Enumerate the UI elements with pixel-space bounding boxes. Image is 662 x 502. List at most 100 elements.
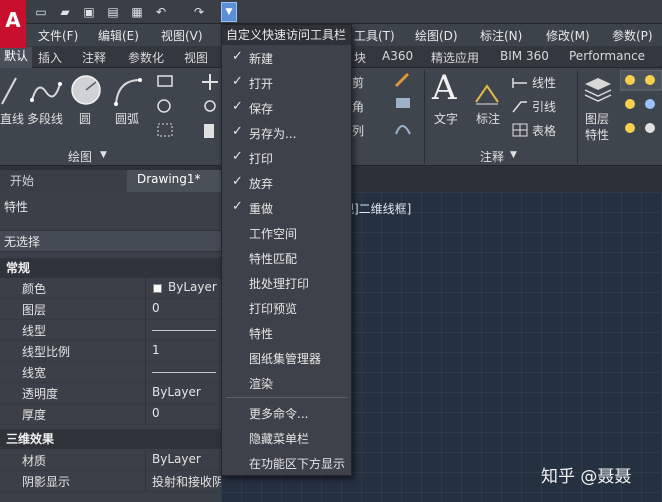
menu-item-sheet-set-manager[interactable]: 图纸集管理器	[222, 345, 351, 370]
menu-item-print[interactable]: ✓ 打印	[222, 145, 351, 170]
prop-value[interactable]: ByLayer	[168, 280, 217, 294]
menu-draw[interactable]: 绘图(D)	[415, 27, 458, 44]
circle-tool-icon[interactable]	[70, 72, 102, 108]
tab-bim360[interactable]: BIM 360	[500, 49, 549, 63]
annotate-panel-title[interactable]: 注释	[480, 148, 504, 165]
selection-dropdown[interactable]: 无选择	[0, 230, 221, 252]
save-icon[interactable]: ▣	[80, 3, 98, 21]
print-icon[interactable]: ▦	[128, 3, 146, 21]
prop-row-layer[interactable]: 图层 0	[0, 299, 221, 320]
tab-a360[interactable]: A360	[382, 49, 413, 63]
tab-performance[interactable]: Performance	[569, 49, 645, 63]
array-tool-label[interactable]: 列	[352, 122, 364, 139]
dimension-tool-icon[interactable]	[474, 82, 500, 106]
menu-item-save[interactable]: ✓ 保存	[222, 95, 351, 120]
menu-item-workspace[interactable]: 工作空间	[222, 220, 351, 245]
menu-view[interactable]: 视图(V)	[161, 27, 203, 44]
polyline-tool-label[interactable]: 多段线	[27, 110, 63, 127]
menu-file[interactable]: 文件(F)	[38, 27, 78, 44]
leader-label[interactable]: 引线	[532, 98, 556, 115]
menu-param[interactable]: 参数(P)	[612, 27, 653, 44]
annotate-panel-expand-icon[interactable]: ▼	[510, 150, 517, 160]
menu-item-open[interactable]: ✓ 打开	[222, 70, 351, 95]
line-tool-icon[interactable]	[0, 74, 20, 108]
drawing-tab[interactable]: Drawing1*	[127, 170, 227, 192]
circle-tool-label[interactable]: 圆	[79, 110, 91, 127]
prop-row-linetype-scale[interactable]: 线型比例 1	[0, 341, 221, 362]
prop-row-shadow[interactable]: 阴影显示 投射和接收阴影	[0, 471, 236, 492]
3d-section-header[interactable]: 三维效果	[0, 429, 221, 449]
menu-item-redo[interactable]: ✓ 重做	[222, 195, 351, 220]
tab-parametric[interactable]: 参数化	[128, 49, 164, 66]
prop-row-transparency[interactable]: 透明度 ByLayer	[0, 383, 221, 404]
line-tool-label[interactable]: 直线	[0, 110, 24, 127]
start-tab[interactable]: 开始	[0, 170, 128, 192]
prop-row-lineweight[interactable]: 线宽	[0, 362, 221, 383]
polyline-tool-icon[interactable]	[28, 74, 62, 108]
prop-row-linetype[interactable]: 线型	[0, 320, 221, 341]
viewport-controls-label[interactable]: 视]二维线框]	[342, 200, 411, 217]
tab-view[interactable]: 视图	[184, 49, 208, 66]
menu-item-batch-plot[interactable]: 批处理打印	[222, 270, 351, 295]
prop-divider	[145, 320, 146, 341]
tab-annotate[interactable]: 注释	[82, 49, 106, 66]
menu-item-label: 更多命令...	[249, 407, 309, 421]
prop-row-thickness[interactable]: 厚度 0	[0, 404, 221, 425]
menu-edit[interactable]: 编辑(E)	[98, 27, 139, 44]
menu-item-properties[interactable]: 特性	[222, 320, 351, 345]
draw-panel-expand-icon[interactable]: ▼	[100, 150, 107, 160]
tab-default[interactable]: 默认	[0, 47, 33, 68]
color-swatch	[153, 284, 162, 293]
text-tool-label[interactable]: 文字	[434, 110, 458, 127]
menu-item-plot-preview[interactable]: 打印预览	[222, 295, 351, 320]
text-tool-icon[interactable]: A	[432, 68, 457, 108]
layer-state-icons[interactable]	[620, 70, 662, 140]
dimension-tool-label[interactable]: 标注	[476, 110, 500, 127]
redo-icon[interactable]: ↷	[190, 3, 208, 21]
fillet-tool-label[interactable]: 角	[352, 98, 364, 115]
saveas-icon[interactable]: ▤	[104, 3, 122, 21]
modify-small-tools-icon[interactable]	[200, 72, 220, 142]
menu-item-render[interactable]: 渲染	[222, 370, 351, 395]
trim-tool-label[interactable]: 剪	[352, 74, 364, 91]
menu-item-hide-menubar[interactable]: 隐藏菜单栏	[222, 425, 351, 450]
menu-item-more-commands[interactable]: 更多命令...	[222, 400, 351, 425]
prop-value[interactable]: 0	[152, 406, 160, 420]
undo-icon[interactable]: ↶	[152, 3, 170, 21]
layer-properties-label2[interactable]: 特性	[585, 126, 609, 143]
menu-item-match-properties[interactable]: 特性匹配	[222, 245, 351, 270]
draw-small-tools-icon[interactable]	[154, 72, 178, 142]
general-section-header[interactable]: 常规	[0, 258, 221, 278]
tab-block[interactable]: 块	[354, 49, 366, 66]
layer-properties-label[interactable]: 图层	[585, 110, 609, 127]
menu-modify[interactable]: 修改(M)	[546, 27, 590, 44]
menu-dimension[interactable]: 标注(N)	[480, 27, 522, 44]
prop-value[interactable]: 1	[152, 343, 160, 357]
app-logo[interactable]: A	[0, 0, 26, 48]
menu-item-show-below-ribbon[interactable]: 在功能区下方显示	[222, 450, 351, 475]
menu-item-saveas[interactable]: ✓ 另存为...	[222, 120, 351, 145]
menu-tools[interactable]: 工具(T)	[354, 27, 395, 44]
menu-item-new[interactable]: ✓ 新建	[222, 45, 351, 70]
menu-item-label: 另存为...	[249, 127, 297, 141]
linear-dim-label[interactable]: 线性	[532, 74, 556, 91]
tab-insert[interactable]: 插入	[38, 49, 62, 66]
open-folder-icon[interactable]: ▰	[56, 3, 74, 21]
prop-value[interactable]: ByLayer	[152, 385, 201, 399]
layer-properties-icon[interactable]	[583, 76, 613, 102]
prop-row-color[interactable]: 颜色 ByLayer	[0, 278, 221, 299]
customize-qat-menu: 自定义快速访问工具栏 ✓ 新建 ✓ 打开 ✓ 保存 ✓ 另存为... ✓ 打印 ✓ 放弃 ✓…	[221, 24, 352, 476]
draw-panel-title[interactable]: 绘图	[68, 148, 92, 165]
arc-tool-icon[interactable]	[112, 74, 144, 108]
table-label[interactable]: 表格	[532, 122, 556, 139]
prop-row-material[interactable]: 材质 ByLayer	[0, 450, 221, 471]
new-file-icon[interactable]: ▭	[32, 3, 50, 21]
prop-value[interactable]: ByLayer	[152, 452, 201, 466]
customize-qat-dropdown-button[interactable]: ▼	[221, 2, 237, 22]
prop-value[interactable]: 0	[152, 301, 160, 315]
tab-featured-apps[interactable]: 精选应用	[431, 49, 479, 66]
arc-tool-label[interactable]: 圆弧	[115, 110, 139, 127]
menu-item-undo[interactable]: ✓ 放弃	[222, 170, 351, 195]
check-icon: ✓	[232, 99, 243, 114]
modify-tools-icon[interactable]	[392, 70, 416, 140]
